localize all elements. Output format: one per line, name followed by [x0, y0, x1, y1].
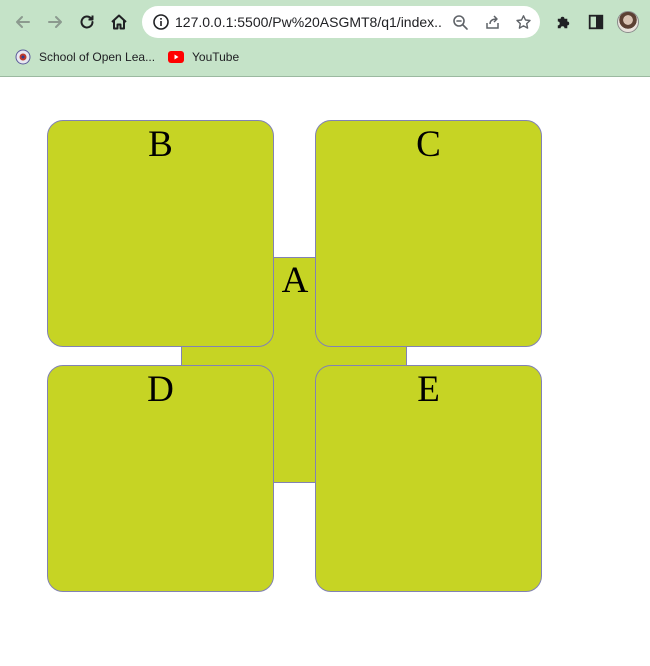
- address-bar[interactable]: 127.0.0.1:5500/Pw%20ASGMT8/q1/index....: [142, 6, 540, 38]
- box-d-label: D: [147, 369, 174, 410]
- youtube-icon: [168, 49, 184, 65]
- puzzle-icon: [557, 16, 569, 28]
- zoom-icon[interactable]: [450, 12, 470, 32]
- side-panel-icon: [588, 14, 604, 30]
- back-button[interactable]: [10, 9, 36, 35]
- forward-button[interactable]: [42, 9, 68, 35]
- profile-avatar[interactable]: [617, 11, 639, 33]
- forward-arrow-icon: [48, 16, 62, 28]
- box-e-label: E: [417, 369, 440, 410]
- box-e: E: [315, 365, 542, 592]
- bookmark-label: School of Open Lea...: [39, 50, 156, 64]
- home-button[interactable]: [106, 9, 132, 35]
- reload-button[interactable]: [74, 9, 100, 35]
- bookmark-youtube[interactable]: YouTube: [168, 47, 239, 67]
- box-b: B: [47, 120, 274, 347]
- box-d: D: [47, 365, 274, 592]
- browser-chrome: 127.0.0.1:5500/Pw%20ASGMT8/q1/index.... …: [0, 0, 650, 77]
- bookmark-school[interactable]: School of Open Lea...: [15, 47, 155, 67]
- site-info-icon[interactable]: [152, 13, 170, 31]
- url-text[interactable]: 127.0.0.1:5500/Pw%20ASGMT8/q1/index....: [175, 13, 443, 31]
- bookmark-star-icon[interactable]: [513, 12, 533, 32]
- side-panel-button[interactable]: [583, 9, 609, 35]
- reload-icon: [80, 15, 94, 29]
- extensions-button[interactable]: [550, 9, 576, 35]
- box-b-label: B: [148, 124, 173, 165]
- home-icon: [111, 14, 127, 30]
- school-favicon-icon: [15, 49, 31, 65]
- box-a-label: A: [281, 260, 309, 301]
- box-c: C: [315, 120, 542, 347]
- back-arrow-icon: [16, 16, 30, 28]
- box-c-label: C: [416, 124, 441, 165]
- share-icon[interactable]: [482, 12, 502, 32]
- bookmark-label: YouTube: [192, 50, 240, 64]
